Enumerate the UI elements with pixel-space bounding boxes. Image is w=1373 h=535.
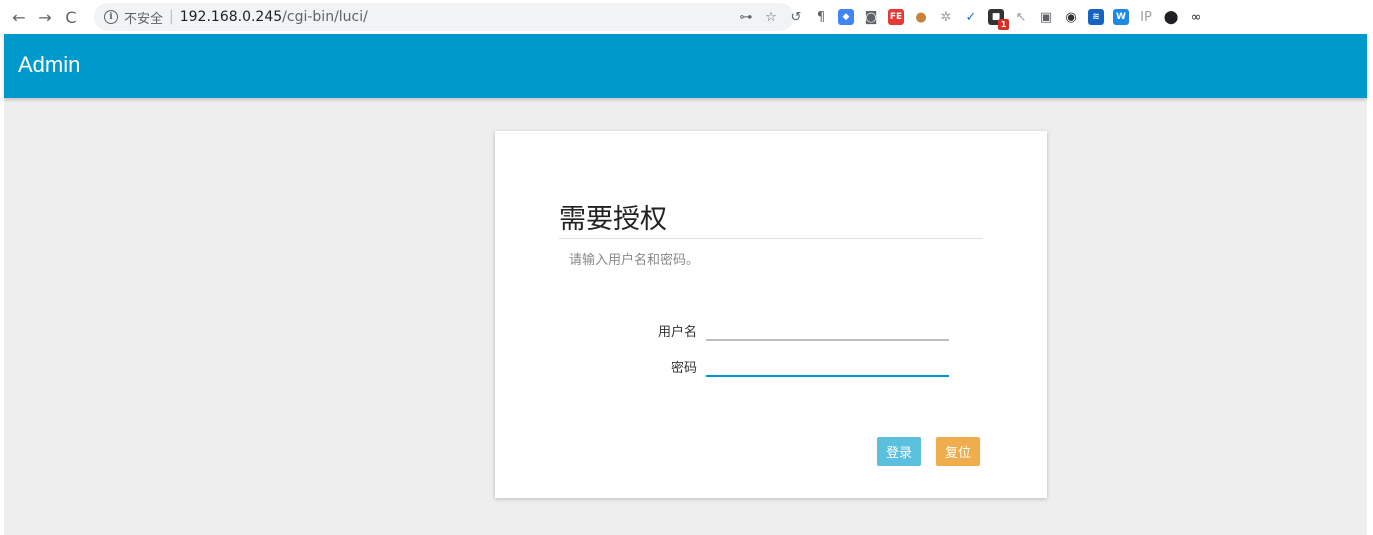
address-bar[interactable]: i 不安全 | 192.168.0.245 /cgi-bin/luci/ (94, 3, 794, 31)
app-header: Admin (4, 34, 1367, 98)
page-body: Admin 需要授权 请输入用户名和密码。 用户名 密码 登录 复位 (4, 34, 1367, 535)
browser-toolbar: ← → C i 不安全 | 192.168.0.245 /cgi-bin/luc… (0, 0, 1373, 34)
mask-icon[interactable]: ∞ (1188, 9, 1204, 25)
password-label: 密码 (670, 361, 697, 376)
eye-icon[interactable]: ◉ (1063, 9, 1079, 25)
star-icon[interactable]: ☆ (763, 9, 779, 25)
login-button[interactable]: 登录 (877, 437, 922, 466)
address-host: 192.168.0.245 (179, 9, 283, 25)
camera-icon[interactable]: ◙ (863, 9, 879, 25)
info-icon[interactable]: i (104, 10, 118, 24)
history-icon[interactable]: ↺ (788, 9, 804, 25)
password-field[interactable] (706, 353, 949, 377)
puzzle-icon[interactable]: ■ 1 (988, 9, 1009, 30)
forward-arrow-icon[interactable]: → (32, 4, 58, 30)
image-icon[interactable]: ▣ (1038, 9, 1054, 25)
fe-icon[interactable]: FE (888, 9, 904, 25)
password-row: 密码 (495, 353, 1047, 377)
key-icon[interactable]: ⊶ (738, 9, 754, 25)
page-title: 需要授权 (559, 204, 667, 234)
translate-icon[interactable]: ◆ (838, 9, 854, 25)
username-row: 用户名 (495, 317, 1047, 341)
cursor-icon[interactable]: ↖ (1013, 9, 1029, 25)
address-separator: | (169, 9, 174, 25)
username-field[interactable] (706, 317, 949, 341)
insecure-label: 不安全 (124, 11, 164, 27)
extension-toolbar: ⊶ ☆ ↺ ¶ ◆ ◙ FE ● ✲ ✓ ■ 1 ↖ ▣ ◉ ≋ W IP ⬤ ∞ (738, 5, 1204, 30)
wave-icon[interactable]: ≋ (1088, 9, 1104, 25)
username-label: 用户名 (657, 325, 697, 340)
reset-button[interactable]: 复位 (936, 437, 981, 466)
title-divider (559, 238, 983, 239)
reload-icon[interactable]: C (58, 4, 84, 30)
brand-title[interactable]: Admin (18, 52, 80, 78)
extension-badge: 1 (998, 19, 1009, 30)
login-card: 需要授权 请输入用户名和密码。 用户名 密码 登录 复位 (495, 131, 1047, 498)
cookie-icon[interactable]: ● (913, 9, 929, 25)
address-path: /cgi-bin/luci/ (282, 9, 368, 25)
w-icon[interactable]: W (1113, 9, 1129, 25)
back-arrow-icon[interactable]: ← (6, 4, 32, 30)
circle-icon[interactable]: ⬤ (1163, 9, 1179, 25)
ip-icon[interactable]: IP (1138, 9, 1154, 25)
pilcrow-icon[interactable]: ¶ (813, 9, 829, 25)
gear-icon[interactable]: ✲ (938, 9, 954, 25)
check-circle-icon[interactable]: ✓ (963, 9, 979, 25)
login-description: 请输入用户名和密码。 (569, 253, 700, 268)
